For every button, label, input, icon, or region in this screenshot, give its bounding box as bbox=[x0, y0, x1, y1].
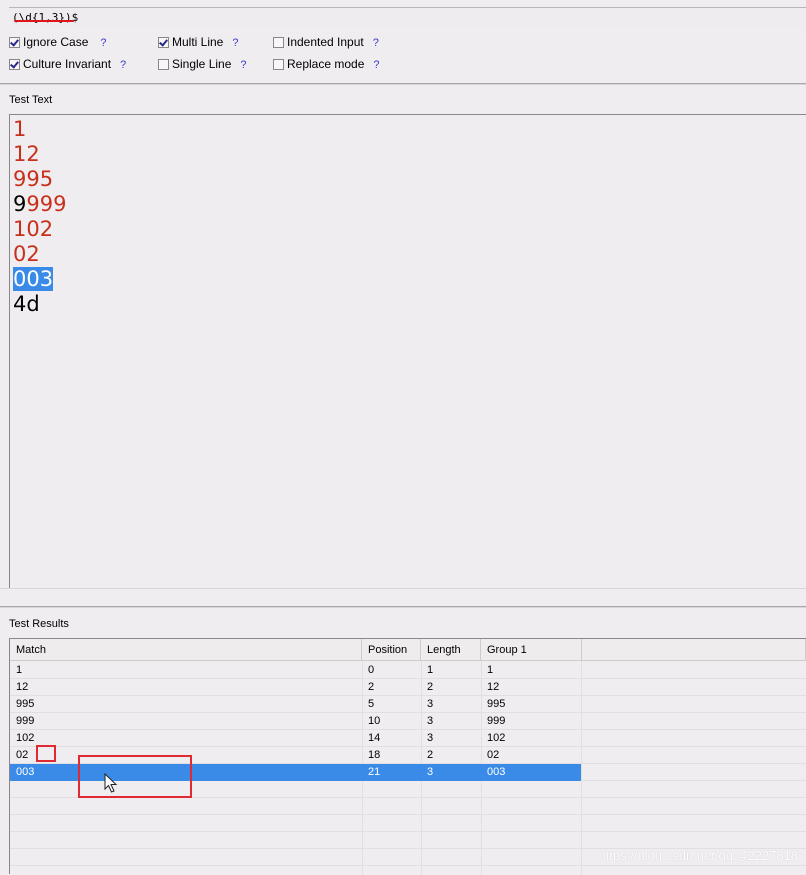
spellcheck-underline bbox=[14, 20, 74, 22]
section-divider bbox=[0, 588, 806, 589]
option-culture-invariant[interactable]: Culture Invariant? bbox=[9, 56, 126, 72]
table-cell: 003 bbox=[487, 766, 506, 778]
text-line: 102 bbox=[13, 217, 54, 241]
table-row[interactable]: 1 0 1 1 bbox=[10, 662, 581, 679]
annotation-box-large bbox=[78, 755, 192, 798]
table-cell: 2 bbox=[368, 681, 375, 693]
help-icon[interactable]: ? bbox=[240, 59, 246, 71]
table-cell: 12 bbox=[16, 681, 29, 693]
option-multi-line[interactable]: Multi Line? bbox=[158, 34, 238, 50]
checkbox-replace-mode[interactable] bbox=[273, 59, 284, 70]
table-cell: 3 bbox=[427, 766, 434, 778]
table-cell: 102 bbox=[16, 732, 35, 744]
grid-row-line bbox=[10, 831, 806, 832]
table-cell: 5 bbox=[368, 698, 375, 710]
table-cell: 3 bbox=[427, 732, 434, 744]
table-cell: 999 bbox=[487, 715, 506, 727]
text-line: 003 bbox=[13, 267, 806, 292]
watermark-text: https://blog.csdn.net/qq_42227818 bbox=[598, 848, 799, 863]
checkbox-culture-invariant[interactable] bbox=[9, 59, 20, 70]
table-cell: 21 bbox=[368, 766, 381, 778]
test-text-label: Test Text bbox=[9, 94, 53, 106]
table-cell: 102 bbox=[487, 732, 506, 744]
table-cell: 999 bbox=[16, 715, 35, 727]
help-icon[interactable]: ? bbox=[373, 59, 379, 71]
help-icon[interactable]: ? bbox=[100, 37, 106, 49]
column-header-position[interactable]: Position bbox=[362, 639, 421, 661]
text-line: 9999 bbox=[13, 192, 67, 216]
table-cell: 10 bbox=[368, 715, 381, 727]
help-icon[interactable]: ? bbox=[120, 59, 126, 71]
table-cell: 1 bbox=[16, 664, 23, 676]
text-line: 1 bbox=[13, 117, 27, 141]
grid-row-line bbox=[10, 814, 806, 815]
option-replace-mode[interactable]: Replace mode? bbox=[273, 56, 380, 72]
section-divider bbox=[0, 84, 806, 85]
column-header-match[interactable]: Match bbox=[10, 639, 362, 661]
table-cell: 1 bbox=[427, 664, 434, 676]
table-row[interactable]: 999 10 3 999 bbox=[10, 713, 581, 730]
option-indented-input[interactable]: Indented Input? bbox=[273, 34, 379, 50]
option-ignore-case[interactable]: Ignore Case? bbox=[9, 34, 107, 50]
regex-pattern-input[interactable]: (\d{1,3})$ bbox=[9, 7, 806, 27]
text-line: 995 bbox=[13, 167, 54, 191]
table-cell: 995 bbox=[16, 698, 35, 710]
regex-pattern-text: (\d{1,3})$ bbox=[12, 11, 79, 24]
table-cell: 995 bbox=[487, 698, 506, 710]
table-row[interactable]: 12 2 2 12 bbox=[10, 679, 581, 696]
table-row[interactable]: 995 5 3 995 bbox=[10, 696, 581, 713]
table-cell: 02 bbox=[487, 749, 500, 761]
test-text-editor[interactable]: 1 12 995 9999 102 02 003 4d bbox=[9, 114, 806, 588]
column-header-length[interactable]: Length bbox=[421, 639, 481, 661]
help-icon[interactable]: ? bbox=[232, 37, 238, 49]
column-header-empty bbox=[582, 639, 806, 661]
section-divider bbox=[0, 607, 806, 608]
checkbox-single-line[interactable] bbox=[158, 59, 169, 70]
table-cell: 3 bbox=[427, 715, 434, 727]
grid-row-line bbox=[10, 865, 806, 866]
test-results-label: Test Results bbox=[9, 618, 69, 630]
checkbox-indented-input[interactable] bbox=[273, 37, 284, 48]
table-cell: 2 bbox=[427, 749, 434, 761]
column-header-group-1[interactable]: Group 1 bbox=[481, 639, 582, 661]
table-cell: 14 bbox=[368, 732, 381, 744]
text-line: 12 bbox=[13, 142, 40, 166]
text-line: 02 bbox=[13, 242, 40, 266]
table-cell: 3 bbox=[427, 698, 434, 710]
table-cell: 2 bbox=[427, 681, 434, 693]
text-line: 4d bbox=[13, 292, 40, 316]
mouse-cursor-icon bbox=[104, 773, 118, 793]
table-cell: 12 bbox=[487, 681, 500, 693]
option-single-line[interactable]: Single Line? bbox=[158, 56, 247, 72]
table-cell: 0 bbox=[368, 664, 375, 676]
selected-text: 003 bbox=[13, 267, 54, 291]
checkbox-multi-line[interactable] bbox=[158, 37, 169, 48]
table-cell: 18 bbox=[368, 749, 381, 761]
annotation-box-small bbox=[36, 745, 56, 762]
checkbox-ignore-case[interactable] bbox=[9, 37, 20, 48]
help-icon[interactable]: ? bbox=[373, 37, 379, 49]
table-cell: 1 bbox=[487, 664, 494, 676]
table-row[interactable]: 102 14 3 102 bbox=[10, 730, 581, 747]
